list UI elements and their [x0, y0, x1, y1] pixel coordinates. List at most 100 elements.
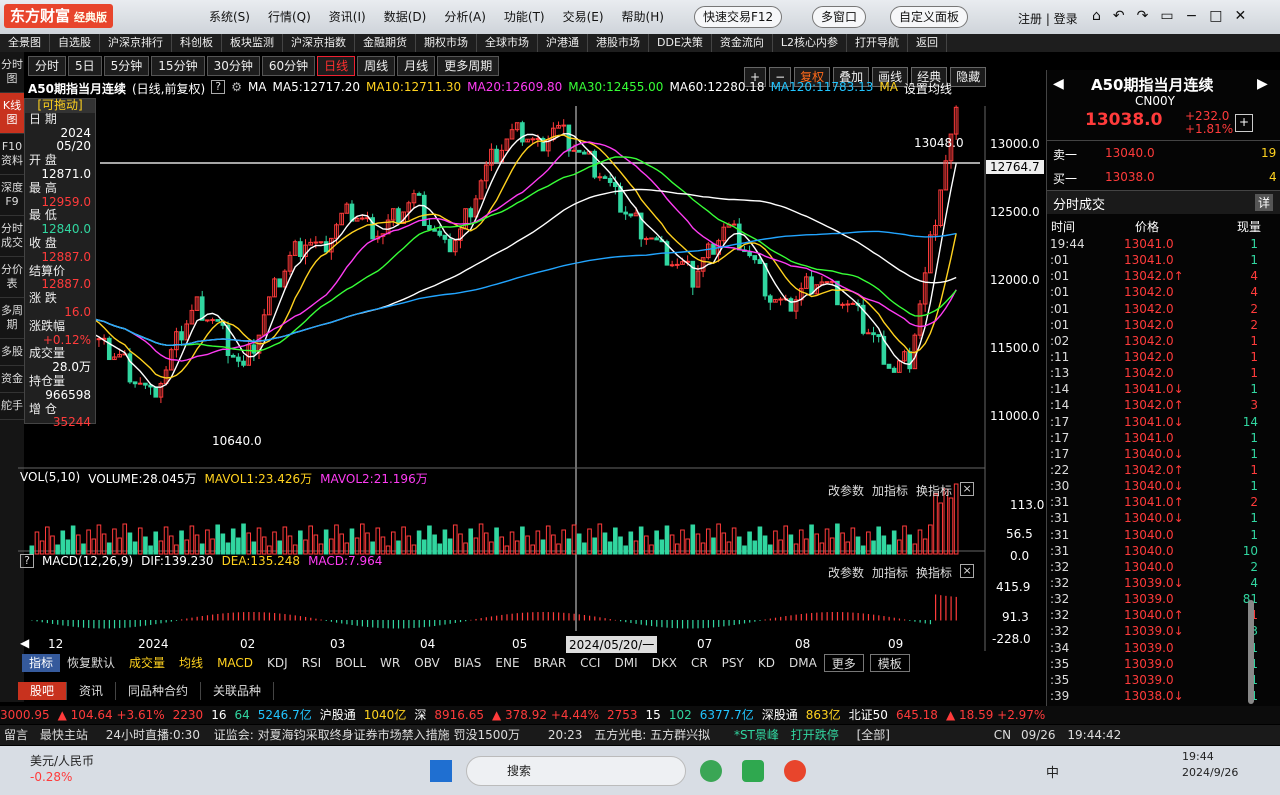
- next-contract-icon[interactable]: ▶: [1257, 76, 1268, 92]
- ind-boll[interactable]: BOLL: [328, 654, 373, 672]
- browser-icon[interactable]: [700, 760, 722, 782]
- nav-hk-connect[interactable]: 沪港通: [538, 34, 588, 52]
- sidebar-timeshare[interactable]: 分时图: [0, 52, 24, 93]
- add-watch-icon[interactable]: +: [1235, 114, 1253, 132]
- sz-index[interactable]: 8916.65: [434, 706, 484, 724]
- hide-button[interactable]: 隐藏: [950, 67, 987, 87]
- ind-bias[interactable]: BIAS: [447, 654, 489, 672]
- nav-options[interactable]: 期权市场: [416, 34, 477, 52]
- period-daily[interactable]: 日线: [317, 56, 356, 76]
- nav-capital-flow[interactable]: 资金流向: [712, 34, 773, 52]
- ind-ma[interactable]: 均线: [172, 654, 210, 672]
- taskbar-search[interactable]: 搜索: [466, 756, 686, 786]
- nav-star-market[interactable]: 科创板: [172, 34, 222, 52]
- ind-more[interactable]: 更多: [823, 654, 864, 672]
- menu-info[interactable]: 资讯(I): [320, 8, 375, 25]
- vol-swap-indicator[interactable]: 换指标: [916, 482, 952, 499]
- clock-date[interactable]: 2024/9/26: [1182, 766, 1238, 779]
- ime-indicator[interactable]: 中: [1046, 762, 1059, 781]
- trades-list[interactable]: 19:44 13041.0 1:01 13041.0 1:01 13042.0↑ 4:01 1…: [1050, 236, 1262, 720]
- fx-widget-label[interactable]: 美元/人民币: [30, 752, 94, 769]
- nav-fin-futures[interactable]: 金融期货: [355, 34, 416, 52]
- news-stock-item[interactable]: 五方光电: 五方群兴拟: [594, 728, 710, 742]
- period-60min[interactable]: 60分钟: [261, 56, 316, 76]
- indicator-tab[interactable]: 指标: [22, 654, 61, 672]
- tab-related[interactable]: 关联品种: [201, 682, 275, 700]
- menu-system[interactable]: 系统(S): [200, 8, 259, 25]
- restore-default[interactable]: 恢复默认: [60, 654, 122, 672]
- vol-add-indicator[interactable]: 加指标: [872, 482, 908, 499]
- ind-volume[interactable]: 成交量: [122, 654, 172, 672]
- period-5day[interactable]: 5日: [68, 56, 102, 76]
- clock-time[interactable]: 19:44: [1182, 750, 1214, 763]
- menu-quote[interactable]: 行情(Q): [259, 8, 320, 25]
- macd-swap-indicator[interactable]: 换指标: [916, 564, 952, 581]
- wechat-icon[interactable]: [742, 760, 764, 782]
- menu-help[interactable]: 帮助(H): [613, 8, 673, 25]
- live-24h[interactable]: 24小时直播:0:30: [106, 728, 200, 742]
- nav-l2[interactable]: L2核心内参: [773, 34, 848, 52]
- macd-add-indicator[interactable]: 加指标: [872, 564, 908, 581]
- ind-ene[interactable]: ENE: [488, 654, 526, 672]
- ind-kdj[interactable]: KDJ: [260, 654, 295, 672]
- fastest-server[interactable]: 最快主站: [40, 728, 88, 742]
- tab-same-variety[interactable]: 同品种合约: [116, 682, 202, 700]
- x-scroll-left[interactable]: ◀: [20, 636, 29, 650]
- bz50-index[interactable]: 645.18: [896, 706, 938, 724]
- ind-rsi[interactable]: RSI: [295, 654, 329, 672]
- menu-function[interactable]: 功能(T): [495, 8, 554, 25]
- trades-scrollbar[interactable]: [1248, 600, 1254, 704]
- ind-psy[interactable]: PSY: [715, 654, 751, 672]
- period-more[interactable]: 更多周期: [437, 56, 500, 76]
- period-5min[interactable]: 5分钟: [103, 56, 150, 76]
- news-headline[interactable]: 证监会: 对夏海钧采取终身证券市场禁入措施 罚没1500万: [214, 728, 520, 742]
- menu-trade[interactable]: 交易(E): [554, 8, 613, 25]
- ind-kd[interactable]: KD: [751, 654, 782, 672]
- window-controls[interactable]: ⌂↶↷▭−□✕: [1092, 8, 1258, 24]
- nav-ranking[interactable]: 沪深京排行: [100, 34, 172, 52]
- all-alerts[interactable]: [全部]: [857, 728, 890, 742]
- nav-global[interactable]: 全球市场: [477, 34, 538, 52]
- period-15min[interactable]: 15分钟: [151, 56, 205, 76]
- alert-stock[interactable]: *ST景峰: [734, 728, 779, 742]
- ind-dmi[interactable]: DMI: [607, 654, 644, 672]
- multi-window-button[interactable]: 多窗口: [812, 6, 867, 28]
- vol-edit-params[interactable]: 改参数: [828, 482, 864, 499]
- tab-news[interactable]: 资讯: [67, 682, 117, 700]
- nav-hk-market[interactable]: 港股市场: [588, 34, 649, 52]
- menu-analysis[interactable]: 分析(A): [435, 8, 495, 25]
- ind-macd[interactable]: MACD: [210, 654, 260, 672]
- ind-brar[interactable]: BRAR: [527, 654, 574, 672]
- ind-dkx[interactable]: DKX: [645, 654, 684, 672]
- ind-cci[interactable]: CCI: [573, 654, 607, 672]
- register-login-link[interactable]: 注册 | 登录: [1018, 10, 1078, 27]
- nav-dde[interactable]: DDE决策: [649, 34, 712, 52]
- macd-close-icon[interactable]: ×: [960, 564, 975, 578]
- macd-help-icon[interactable]: ?: [20, 554, 34, 568]
- nav-index[interactable]: 沪深京指数: [283, 34, 355, 52]
- help-icon[interactable]: ?: [211, 80, 226, 94]
- sh-index[interactable]: 3000.95: [0, 706, 50, 724]
- period-monthly[interactable]: 月线: [397, 56, 436, 76]
- drag-tag[interactable]: [可拖动]: [25, 98, 95, 113]
- period-timeshare[interactable]: 分时: [28, 56, 67, 76]
- ind-wr[interactable]: WR: [373, 654, 407, 672]
- tab-forum[interactable]: 股吧: [18, 682, 68, 700]
- macd-edit-params[interactable]: 改参数: [828, 564, 864, 581]
- windows-start-icon[interactable]: [430, 760, 452, 782]
- ind-obv[interactable]: OBV: [407, 654, 447, 672]
- ind-template[interactable]: 模板: [869, 654, 910, 672]
- nav-open-guide[interactable]: 打开导航: [847, 34, 909, 52]
- menu-data[interactable]: 数据(D): [375, 8, 436, 25]
- nav-sector-monitor[interactable]: 板块监测: [222, 34, 283, 52]
- period-30min[interactable]: 30分钟: [206, 56, 260, 76]
- nav-watchlist[interactable]: 自选股: [50, 34, 100, 52]
- ind-cr[interactable]: CR: [684, 654, 715, 672]
- custom-board-button[interactable]: 自定义面板: [890, 6, 969, 28]
- data-window[interactable]: [可拖动] 日 期 2024 05/20 开 盘 12871.0 最 高 129…: [24, 98, 96, 429]
- message-link[interactable]: 留言: [4, 728, 28, 742]
- nav-panorama[interactable]: 全景图: [0, 34, 50, 52]
- nav-back[interactable]: 返回: [908, 34, 948, 52]
- prev-contract-icon[interactable]: ◀: [1053, 76, 1064, 92]
- quick-trade-button[interactable]: 快速交易F12: [694, 6, 783, 28]
